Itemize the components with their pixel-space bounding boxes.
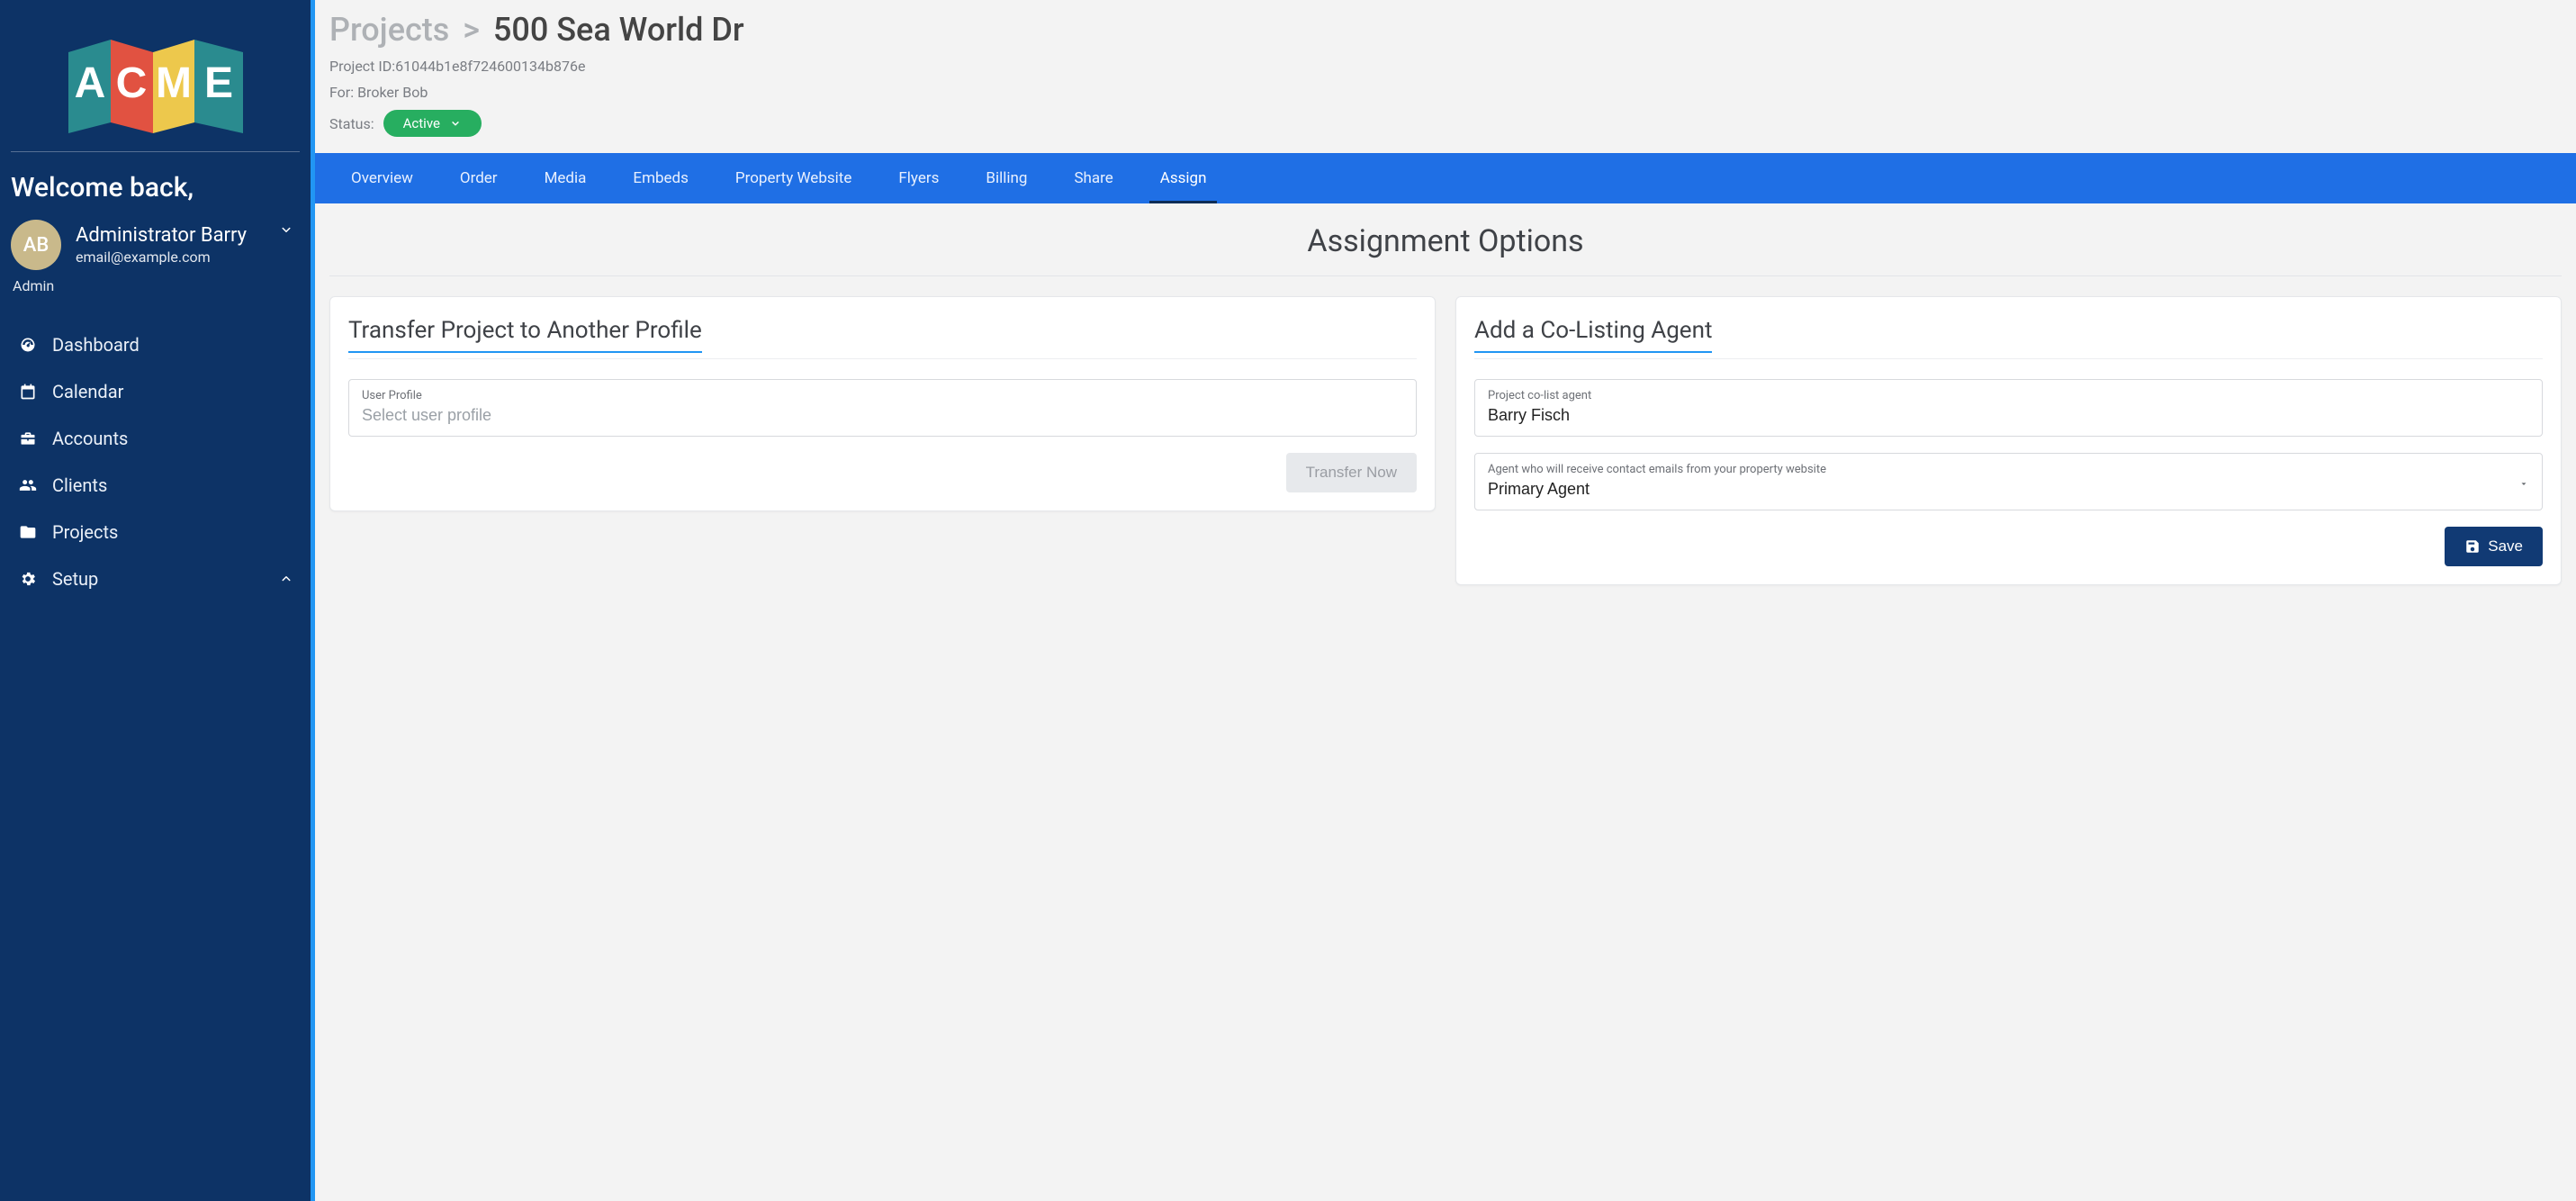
briefcase-icon [16,429,40,447]
transfer-card-title: Transfer Project to Another Profile [348,317,702,353]
user-profile-field[interactable]: User Profile [348,379,1417,437]
breadcrumb-separator: > [457,11,485,49]
sidebar-divider [11,151,300,152]
colist-agent-input[interactable] [1488,406,2529,425]
colist-card: Add a Co-Listing Agent Project co-list a… [1455,296,2562,585]
acme-logo-icon: A C M E [52,27,259,135]
save-button-label: Save [2488,537,2523,555]
contact-agent-select[interactable] [1488,480,2529,499]
sidebar-item-dashboard[interactable]: Dashboard [11,321,300,368]
section-divider [329,275,2562,276]
colist-card-title: Add a Co-Listing Agent [1474,317,1712,353]
project-id-value: 61044b1e8f724600134b876e [395,58,585,75]
welcome-text: Welcome back, [11,168,300,220]
gear-icon [16,570,40,588]
status-value: Active [403,115,440,131]
status-badge[interactable]: Active [383,110,482,137]
folder-icon [16,523,40,541]
breadcrumb: Projects > 500 Sea World Dr [329,11,2562,49]
sidebar-item-projects[interactable]: Projects [11,509,300,555]
users-icon [16,476,40,494]
tab-embeds[interactable]: Embeds [609,153,712,203]
sidebar-item-calendar[interactable]: Calendar [11,368,300,415]
tab-billing[interactable]: Billing [962,153,1050,203]
chevron-down-icon [449,117,462,130]
logo: A C M E [11,20,300,151]
caret-down-icon [2518,478,2529,489]
sidebar-item-label: Accounts [52,428,128,449]
section-title: Assignment Options [329,223,2562,259]
tab-overview[interactable]: Overview [328,153,437,203]
project-id-label: Project ID: [329,58,395,75]
sidebar-item-accounts[interactable]: Accounts [11,415,300,462]
user-name: Administrator Barry [76,224,247,247]
content-area: Assignment Options Transfer Project to A… [315,203,2576,605]
save-button[interactable]: Save [2445,527,2543,566]
calendar-icon [16,383,40,401]
chevron-up-icon [278,571,294,587]
svg-text:C: C [115,59,147,107]
breadcrumb-current: 500 Sea World Dr [493,11,744,49]
user-menu[interactable]: AB Administrator Barry email@example.com [11,220,300,275]
transfer-now-button[interactable]: Transfer Now [1286,453,1417,492]
card-divider [1474,358,2543,359]
status-label: Status: [329,115,374,132]
contact-agent-label: Agent who will receive contact emails fr… [1488,463,2529,476]
sidebar: A C M E Welcome back, AB Administrator B… [0,0,315,1201]
project-for-value: Broker Bob [357,84,428,101]
user-email: email@example.com [76,248,247,266]
user-profile-label: User Profile [362,389,1403,402]
colist-agent-label: Project co-list agent [1488,389,2529,402]
tabs: Overview Order Media Embeds Property Web… [315,153,2576,203]
sidebar-item-label: Setup [52,568,98,590]
tab-media[interactable]: Media [521,153,610,203]
tab-property-website[interactable]: Property Website [712,153,875,203]
breadcrumb-root[interactable]: Projects [329,11,449,49]
gauge-icon [16,336,40,354]
project-for-label: For: [329,84,357,101]
contact-agent-field[interactable]: Agent who will receive contact emails fr… [1474,453,2543,510]
tab-flyers[interactable]: Flyers [875,153,962,203]
avatar: AB [11,220,61,270]
svg-text:A: A [74,59,105,107]
tab-share[interactable]: Share [1050,153,1136,203]
user-role: Admin [13,277,300,294]
project-id-line: Project ID:61044b1e8f724600134b876e [329,58,2562,75]
sidebar-item-label: Dashboard [52,334,140,356]
sidebar-item-clients[interactable]: Clients [11,462,300,509]
card-divider [348,358,1417,359]
save-icon [2464,538,2481,555]
sidebar-item-label: Clients [52,474,107,496]
sidebar-item-setup[interactable]: Setup [11,555,300,602]
sidebar-item-label: Projects [52,521,118,543]
chevron-down-icon [278,221,294,238]
sidebar-nav: Dashboard Calendar Accounts Clients [11,321,300,602]
project-status-line: Status: Active [329,110,2562,137]
svg-text:E: E [203,59,232,107]
tab-assign[interactable]: Assign [1137,153,1230,203]
svg-text:M: M [156,59,192,107]
project-for-line: For: Broker Bob [329,84,2562,101]
user-profile-input[interactable] [362,406,1403,425]
main-content: Projects > 500 Sea World Dr Project ID:6… [315,0,2576,1201]
sidebar-item-label: Calendar [52,381,123,402]
colist-agent-field[interactable]: Project co-list agent [1474,379,2543,437]
tab-order[interactable]: Order [437,153,521,203]
transfer-card: Transfer Project to Another Profile User… [329,296,1436,511]
page-header: Projects > 500 Sea World Dr Project ID:6… [315,0,2576,153]
